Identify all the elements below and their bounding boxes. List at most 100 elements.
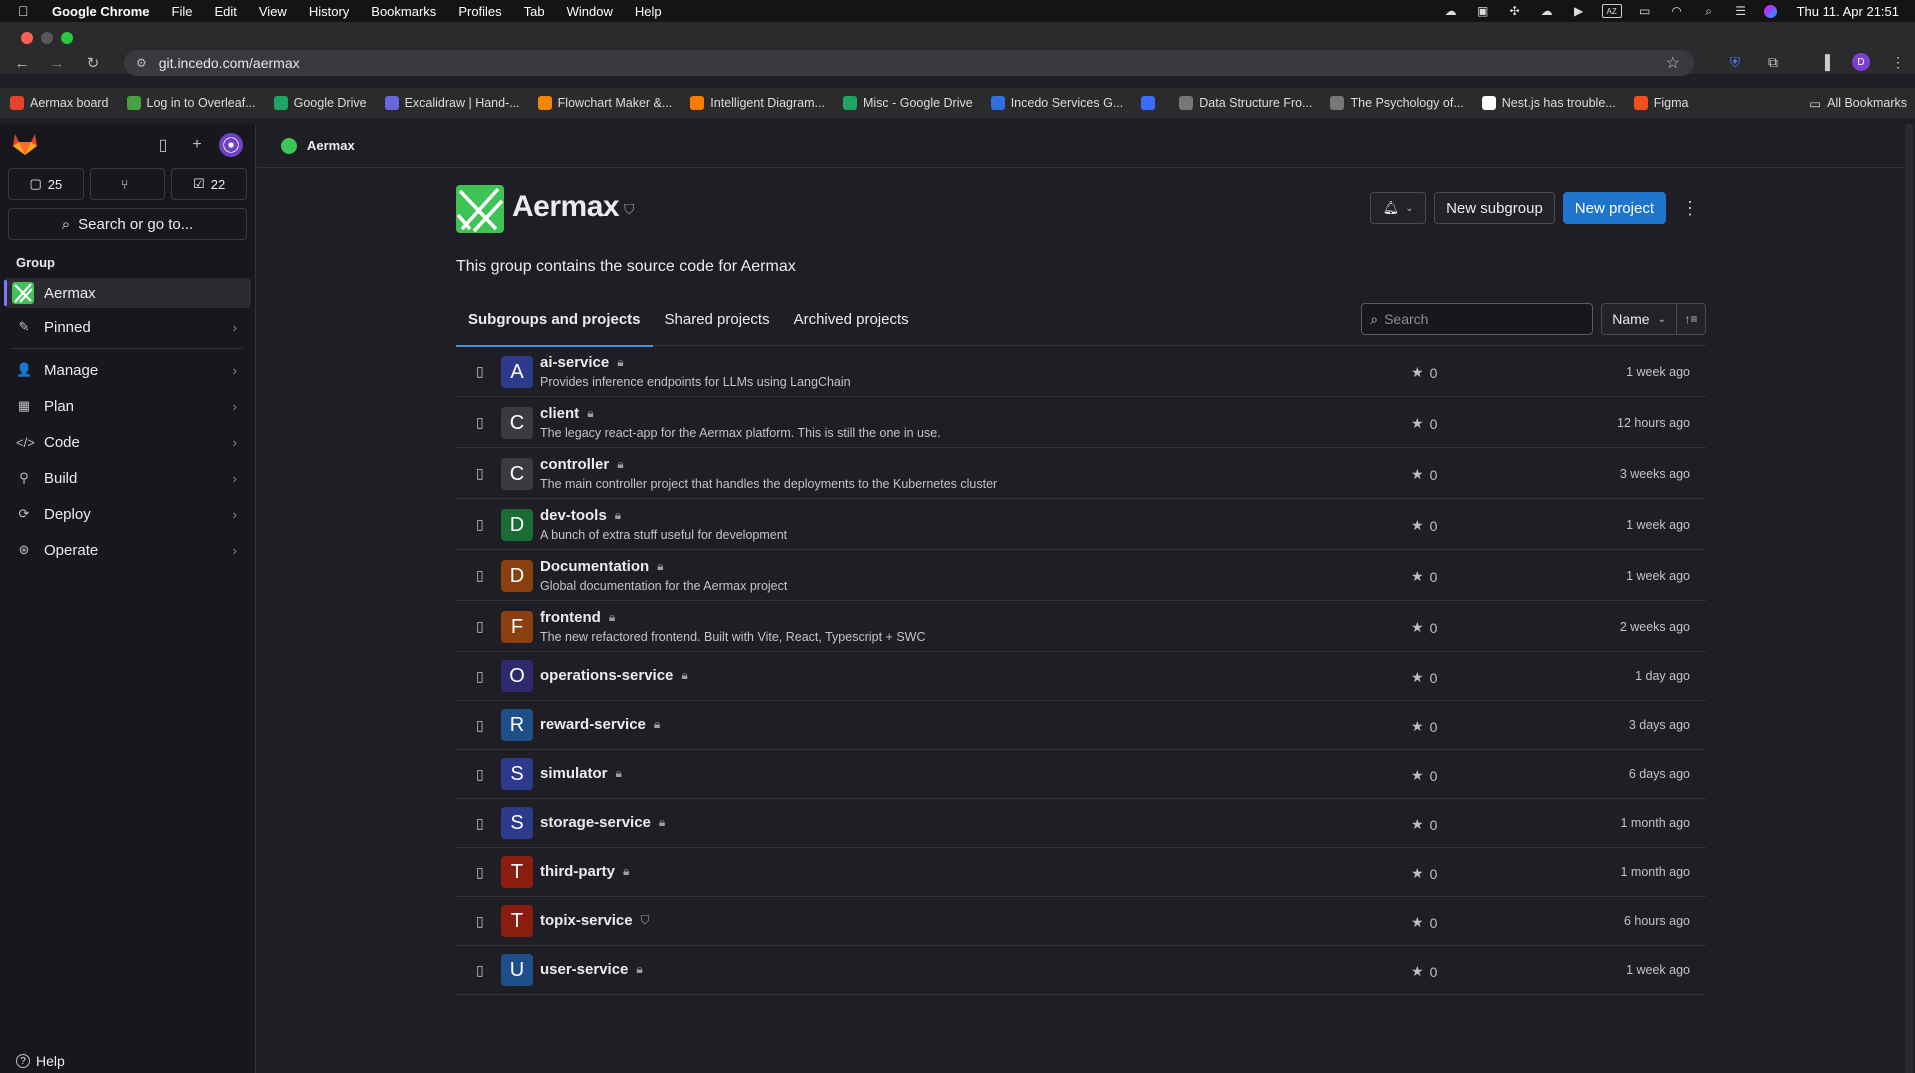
project-row[interactable]: ▯ Ssimulator 🔒︎ ★ 0 6 days ago	[456, 750, 1706, 799]
site-info-icon[interactable]: ⚙	[136, 56, 147, 70]
menu-edit[interactable]: Edit	[214, 4, 236, 19]
menubar-clock[interactable]: Thu 11. Apr 21:51	[1797, 4, 1899, 19]
battery-icon[interactable]: ▭	[1636, 4, 1654, 18]
project-name-link[interactable]: storage-service	[540, 814, 651, 831]
sort-by-dropdown[interactable]: Name ⌄	[1601, 303, 1677, 335]
project-name-link[interactable]: ai-service	[540, 354, 609, 371]
project-row[interactable]: ▯ Rreward-service 🔒︎ ★ 0 3 days ago	[456, 701, 1706, 750]
project-name-link[interactable]: reward-service	[540, 716, 646, 733]
dropbox-icon[interactable]: ✣	[1506, 4, 1524, 18]
project-row[interactable]: ▯ Sstorage-service 🔒︎ ★ 0 1 month ago	[456, 799, 1706, 848]
issues-counter-button[interactable]: ▢ 25	[8, 168, 84, 200]
bookmark-item[interactable]: Intelligent Diagram...	[690, 96, 825, 110]
bookmark-item[interactable]: Excalidraw | Hand-...	[384, 96, 520, 110]
project-name-link[interactable]: simulator	[540, 765, 608, 782]
project-name-link[interactable]: dev-tools	[540, 507, 607, 524]
project-avatar[interactable]: U	[501, 954, 533, 986]
bookmark-item[interactable]: Log in to Overleaf...	[126, 96, 256, 110]
project-avatar[interactable]: F	[501, 611, 533, 643]
more-actions-icon[interactable]: ⋮	[1674, 192, 1706, 224]
collapse-sidebar-icon[interactable]: ▯	[153, 135, 173, 155]
tab-shared-projects[interactable]: Shared projects	[653, 294, 782, 346]
apple-icon[interactable]: 	[18, 3, 38, 19]
project-name-link[interactable]: third-party	[540, 863, 615, 880]
extensions-icon[interactable]: ⧉	[1764, 53, 1782, 71]
project-avatar[interactable]: T	[501, 905, 533, 937]
sidebar-item-operate[interactable]: ⊛ Operate ›	[4, 535, 251, 565]
bookmark-item[interactable]: The Psychology of...	[1330, 96, 1464, 110]
project-name-link[interactable]: Documentation	[540, 558, 649, 575]
project-avatar[interactable]: S	[501, 807, 533, 839]
bookmark-item[interactable]: Google Drive	[273, 96, 367, 110]
sidebar-item-manage[interactable]: 👤 Manage ›	[4, 355, 251, 385]
bookmark-item[interactable]: Aermax board	[10, 96, 109, 110]
bookmark-item[interactable]: Data Structure Fro...	[1179, 96, 1312, 110]
project-name-link[interactable]: client	[540, 405, 579, 422]
project-name-link[interactable]: operations-service	[540, 667, 673, 684]
sidebar-item-deploy[interactable]: ⟳ Deploy ›	[4, 499, 251, 529]
project-avatar[interactable]: D	[501, 509, 533, 541]
project-name-link[interactable]: frontend	[540, 609, 601, 626]
project-avatar[interactable]: O	[501, 660, 533, 692]
project-row[interactable]: ▯ Ooperations-service 🔒︎ ★ 0 1 day ago	[456, 652, 1706, 701]
project-row[interactable]: ▯ Ttopix-service ⛉ ★ 0 6 hours ago	[456, 897, 1706, 946]
tab-subgroups-and-projects[interactable]: Subgroups and projects	[456, 294, 653, 347]
menu-file[interactable]: File	[172, 4, 193, 19]
all-bookmarks-button[interactable]: ▭ All Bookmarks	[1809, 96, 1907, 111]
project-avatar[interactable]: C	[501, 407, 533, 439]
project-row[interactable]: ▯ Cclient 🔒︎ The legacy react-app for the A…	[456, 397, 1706, 448]
user-avatar[interactable]	[219, 133, 243, 157]
forward-icon[interactable]: →	[46, 52, 68, 74]
menu-app-name[interactable]: Google Chrome	[52, 4, 150, 19]
menu-profiles[interactable]: Profiles	[458, 4, 501, 19]
menu-bookmarks[interactable]: Bookmarks	[371, 4, 436, 19]
new-subgroup-button[interactable]: New subgroup	[1434, 192, 1555, 224]
profile-avatar[interactable]: D	[1852, 53, 1870, 71]
tab-archived-projects[interactable]: Archived projects	[782, 294, 921, 346]
keyboard-layout-icon[interactable]: AZ	[1601, 4, 1622, 18]
app-status-icon[interactable]: ▣	[1474, 4, 1492, 18]
menu-window[interactable]: Window	[567, 4, 613, 19]
project-row[interactable]: ▯ Tthird-party 🔒︎ ★ 0 1 month ago	[456, 848, 1706, 897]
close-window-button[interactable]	[21, 32, 33, 44]
page-scrollbar[interactable]	[1905, 124, 1913, 1073]
bookmark-item[interactable]	[1141, 96, 1161, 110]
sidebar-item-plan[interactable]: ▦ Plan ›	[4, 391, 251, 421]
bookmark-star-icon[interactable]: ☆	[1666, 53, 1680, 73]
project-avatar[interactable]: S	[501, 758, 533, 790]
project-row[interactable]: ▯ Uuser-service 🔒︎ ★ 0 1 week ago	[456, 946, 1706, 995]
minimize-window-button[interactable]	[41, 32, 53, 44]
spotlight-icon[interactable]: ⌕	[1700, 4, 1718, 18]
reload-icon[interactable]: ↻	[82, 52, 104, 74]
project-row[interactable]: ▯ Ccontroller 🔒︎ The main controller projec…	[456, 448, 1706, 499]
project-avatar[interactable]: A	[501, 356, 533, 388]
sidebar-item-code[interactable]: </> Code ›	[4, 427, 251, 457]
siri-icon[interactable]	[1763, 4, 1777, 18]
project-avatar[interactable]: C	[501, 458, 533, 490]
new-project-button[interactable]: New project	[1562, 192, 1666, 224]
project-row[interactable]: ▯ D Documentation 🔒︎ Global documentation fo…	[456, 550, 1706, 601]
search-or-go-to-button[interactable]: ⌕ Search or go to...	[8, 208, 247, 240]
maximize-window-button[interactable]	[61, 32, 73, 44]
notification-settings-button[interactable]: 🔔︎ ⌄	[1370, 192, 1427, 224]
project-avatar[interactable]: R	[501, 709, 533, 741]
menu-view[interactable]: View	[259, 4, 287, 19]
project-avatar[interactable]: T	[501, 856, 533, 888]
bookmark-item[interactable]: Incedo Services G...	[990, 96, 1123, 110]
help-button[interactable]: ? Help	[16, 1053, 65, 1069]
sort-direction-icon[interactable]: ↑≡	[1676, 303, 1706, 335]
bookmark-item[interactable]: Flowchart Maker &...	[537, 96, 672, 110]
control-center-icon[interactable]: ☰	[1732, 4, 1750, 18]
wifi-icon[interactable]: ◠	[1668, 4, 1686, 18]
gitlab-logo-icon[interactable]	[12, 132, 38, 156]
breadcrumb-item-aermax[interactable]: Aermax	[307, 138, 355, 153]
bookmark-item[interactable]: Misc - Google Drive	[842, 96, 973, 110]
back-icon[interactable]: ←	[11, 52, 33, 74]
side-panel-icon[interactable]: ▐	[1816, 53, 1834, 71]
create-new-icon[interactable]: +	[187, 135, 207, 155]
address-url[interactable]: git.incedo.com/aermax	[159, 55, 300, 71]
sidebar-item-build[interactable]: ⚲ Build ›	[4, 463, 251, 493]
menu-history[interactable]: History	[309, 4, 349, 19]
project-name-link[interactable]: topix-service	[540, 912, 633, 929]
project-row[interactable]: ▯ Ddev-tools 🔒︎ A bunch of extra stuff usef…	[456, 499, 1706, 550]
